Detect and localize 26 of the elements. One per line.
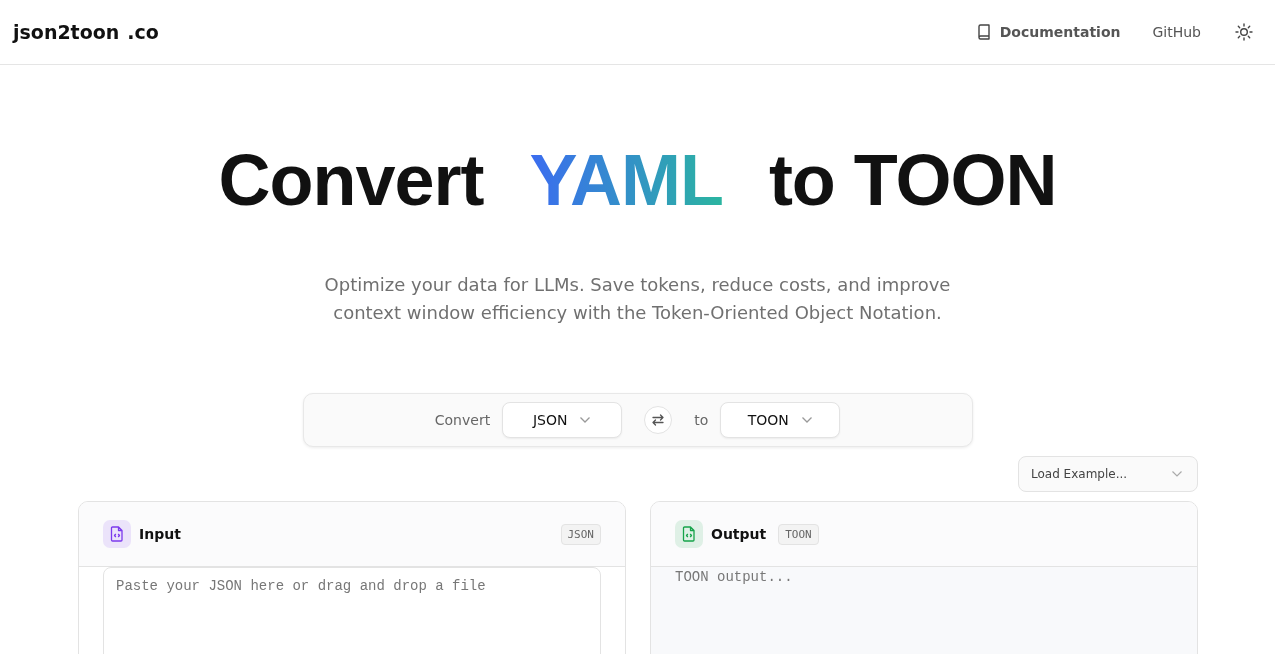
json-input-field[interactable]: Paste your JSON here or drag and drop a file [103, 567, 601, 654]
sun-icon [1235, 23, 1253, 41]
book-icon [976, 24, 991, 40]
logo-text[interactable]: json2toon [13, 21, 120, 43]
format-dropdown[interactable]: TOON [720, 402, 841, 439]
chevron-down-icon [800, 416, 813, 425]
format-tag: TOON [778, 523, 819, 545]
logo-suffix[interactable]: .co [127, 21, 159, 43]
nav-link[interactable]: GitHub [1152, 24, 1201, 40]
theme-toggle-button[interactable] [1233, 21, 1255, 43]
example-dropdown[interactable]: Load Example... [1018, 456, 1198, 493]
subtitle-text: Optimize your data for LLMs. Save tokens, reduce costs, and improve context window efficiency with the Token-Oriented Object Notation. [323, 273, 952, 326]
chevron-down-icon [1171, 470, 1183, 479]
headline-text: to TOON [768, 139, 1057, 222]
convert-label: Convert [434, 412, 491, 429]
format-dropdown[interactable]: JSON [502, 402, 623, 439]
nav-link[interactable]: Documentation [976, 24, 1121, 40]
headline-text: Convert [218, 139, 484, 222]
swap-arrows-icon [651, 413, 666, 428]
panel-title: Output [711, 526, 767, 543]
to-label: to [694, 412, 709, 429]
format-tag: JSON [560, 523, 601, 545]
panel-title: Input [139, 526, 181, 543]
swap-button[interactable] [644, 406, 673, 435]
output-field[interactable]: TOON output... [651, 567, 1197, 654]
chevron-down-icon [579, 416, 592, 425]
